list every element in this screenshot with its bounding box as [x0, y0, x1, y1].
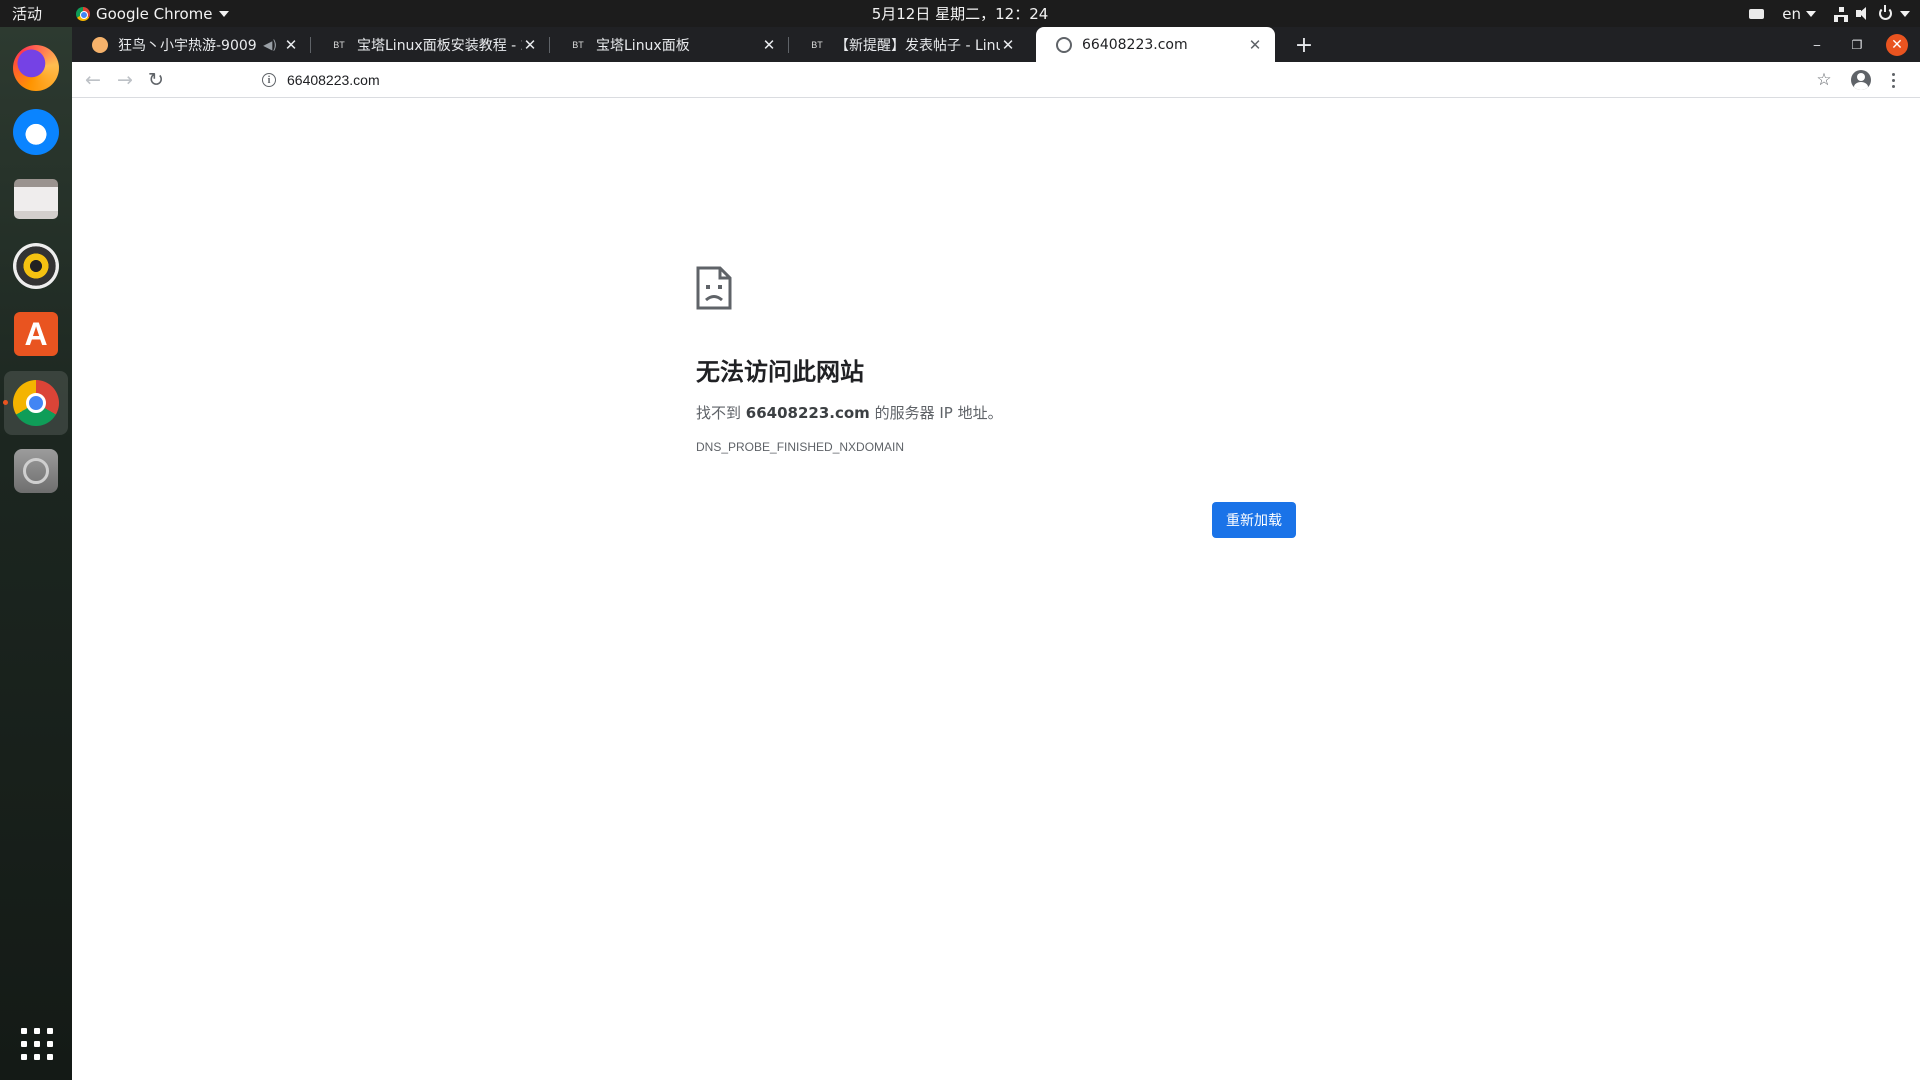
chrome-icon [13, 380, 59, 426]
tab-favicon: BT [333, 39, 345, 50]
tab-title: 66408223.com [1082, 36, 1188, 53]
running-indicator [3, 400, 8, 405]
tab-1[interactable]: 狂鸟丶小宇热游-90098 ◀) ✕ [72, 27, 311, 62]
tab-favicon: BT [572, 39, 584, 50]
volume-icon [1856, 7, 1871, 20]
back-button[interactable]: ← [79, 66, 107, 94]
tab-title: 宝塔Linux面板安装教程 - 2 [357, 37, 522, 54]
dock-firefox[interactable] [4, 36, 68, 100]
software-center-icon: A [14, 312, 58, 356]
minimize-icon: ‒ [1813, 38, 1821, 52]
dock-rhythmbox[interactable] [4, 234, 68, 298]
info-icon[interactable]: i [262, 73, 276, 87]
tab-title: 宝塔Linux面板 [596, 37, 690, 54]
bookmark-star-button[interactable]: ☆ [1810, 66, 1838, 94]
tab-title: 【新提醒】发表帖子 - Linux [835, 37, 1000, 54]
show-applications-button[interactable] [21, 1028, 53, 1060]
dock-disc[interactable] [4, 439, 68, 503]
input-language[interactable]: en [1782, 5, 1816, 23]
arrow-left-icon: ← [85, 69, 101, 91]
chevron-down-icon [1806, 10, 1816, 17]
reload-toolbar-button[interactable]: ↻ [142, 66, 170, 94]
window-close-button[interactable]: ✕ [1886, 34, 1908, 56]
star-icon: ☆ [1816, 70, 1832, 90]
dock: A [0, 27, 72, 1080]
system-menu[interactable] [1834, 5, 1910, 22]
sad-page-icon [696, 266, 732, 310]
disc-icon [14, 449, 58, 493]
close-icon[interactable]: ✕ [522, 36, 538, 54]
browser-window: 狂鸟丶小宇热游-90098 ◀) ✕ BT 宝塔Linux面板安装教程 - 2 … [72, 27, 1920, 1080]
browser-toolbar: ← → ↻ i 66408223.com ☆ [72, 62, 1920, 98]
close-icon[interactable]: ✕ [1247, 36, 1263, 54]
clock-label: 5月12日 星期二，12：24 [871, 5, 1049, 23]
rhythmbox-icon [13, 243, 59, 289]
restore-icon: ❐ [1851, 38, 1863, 52]
dock-software-center[interactable]: A [4, 302, 68, 366]
close-icon[interactable]: ✕ [1000, 36, 1016, 54]
network-icon [1834, 6, 1848, 22]
address-bar[interactable]: i 66408223.com [180, 65, 1880, 95]
app-grid-icon [21, 1028, 27, 1034]
close-icon[interactable]: ✕ [283, 36, 299, 54]
profile-avatar-icon[interactable] [1851, 70, 1871, 90]
keyboard-icon[interactable] [1749, 8, 1765, 19]
app-menu-label: Google Chrome [96, 4, 213, 23]
chrome-small-icon [76, 6, 90, 21]
error-code: DNS_PROBE_FINISHED_NXDOMAIN [696, 440, 905, 454]
plus-icon: + [1294, 32, 1314, 58]
tab-favicon [92, 36, 108, 53]
tab-strip: 狂鸟丶小宇热游-90098 ◀) ✕ BT 宝塔Linux面板安装教程 - 2 … [72, 27, 1920, 62]
tab-title: 狂鸟丶小宇热游-90098 [118, 37, 258, 54]
forward-button[interactable]: → [111, 66, 139, 94]
arrow-right-icon: → [117, 69, 133, 91]
error-host: 66408223.com [745, 404, 870, 422]
chrome-menu-button[interactable] [1883, 66, 1903, 94]
tab-2[interactable]: BT 宝塔Linux面板安装教程 - 2 ✕ [311, 27, 550, 62]
dock-chrome[interactable] [3, 371, 68, 435]
reload-icon: ↻ [148, 69, 164, 91]
maximize-button[interactable]: ❐ [1846, 34, 1868, 56]
minimize-button[interactable]: ‒ [1806, 34, 1828, 56]
thunderbird-icon [13, 109, 59, 155]
chevron-down-icon [1900, 10, 1910, 17]
activities-label: 活动 [12, 5, 43, 23]
speaker-icon[interactable]: ◀) [263, 38, 277, 52]
tab-3[interactable]: BT 宝塔Linux面板 ✕ [550, 27, 789, 62]
clock[interactable]: 5月12日 星期二，12：24 [872, 0, 1049, 27]
tab-5-active[interactable]: 66408223.com ✕ [1036, 27, 1275, 62]
firefox-icon [13, 45, 59, 91]
power-icon [1879, 5, 1892, 20]
close-icon[interactable]: ✕ [761, 36, 777, 54]
chevron-down-icon [218, 10, 229, 17]
files-icon [14, 179, 58, 219]
tab-favicon: BT [811, 39, 823, 50]
error-title: 无法访问此网站 [696, 358, 864, 386]
language-label: en [1782, 4, 1801, 23]
dock-thunderbird[interactable] [4, 100, 68, 164]
tab-4[interactable]: BT 【新提醒】发表帖子 - Linux ✕ [789, 27, 1028, 62]
system-tray[interactable]: en [1749, 0, 1910, 27]
top-bar: 活动 Google Chrome 5月12日 星期二，12：24 en [0, 0, 1920, 27]
new-tab-button[interactable]: + [1290, 31, 1318, 59]
activities-button[interactable]: 活动 [12, 0, 42, 27]
dock-files[interactable] [4, 167, 68, 231]
app-menu[interactable]: Google Chrome [76, 0, 229, 27]
error-page: 无法访问此网站 找不到 66408223.com 的服务器 IP 地址。 DNS… [72, 98, 1920, 1080]
reload-button[interactable]: 重新加载 [1212, 502, 1296, 538]
url-text[interactable]: 66408223.com [287, 72, 380, 88]
globe-icon [1056, 36, 1072, 53]
more-vert-icon [1891, 72, 1895, 76]
close-icon: ✕ [1891, 37, 1903, 53]
error-description: 找不到 66408223.com 的服务器 IP 地址。 [696, 404, 1003, 422]
